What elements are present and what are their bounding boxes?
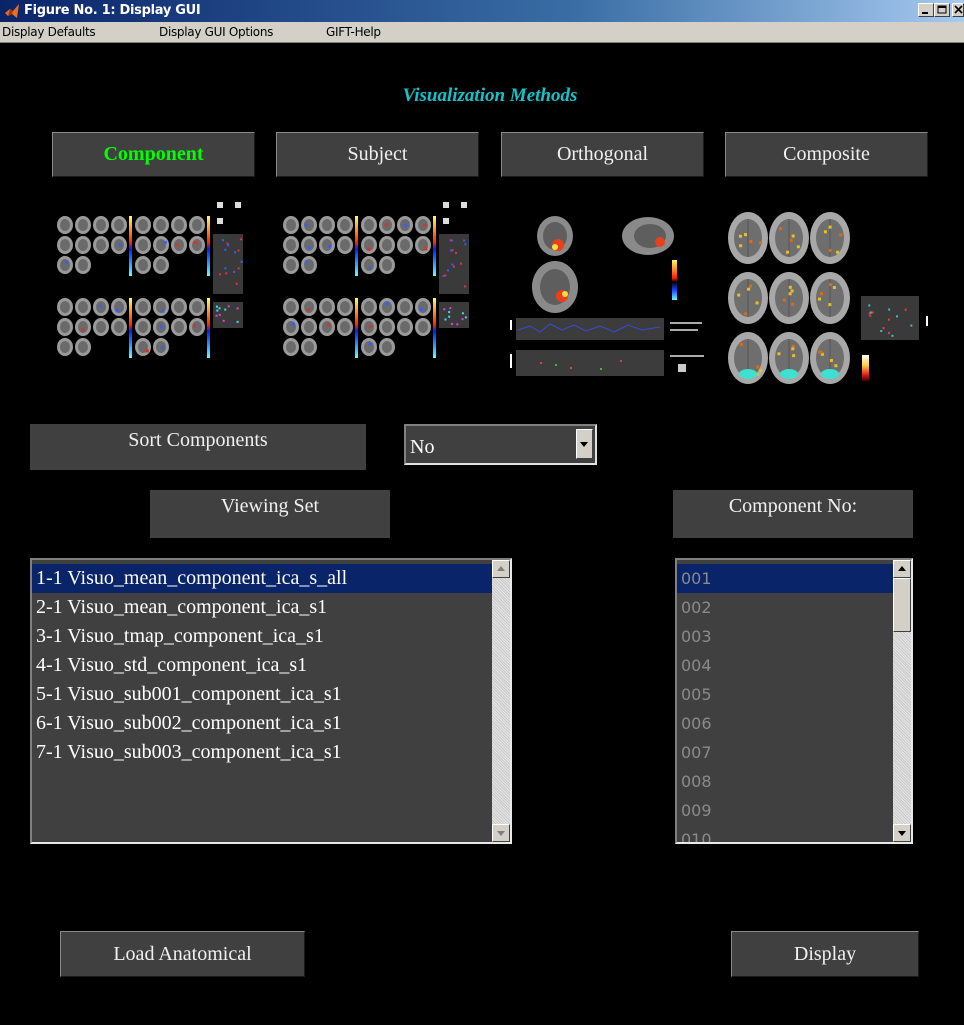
close-icon [954,5,963,14]
title-bar[interactable]: Figure No. 1: Display GUI [0,0,964,22]
maximize-icon [937,5,947,14]
dropdown-arrow-button[interactable] [576,429,593,459]
scroll-down-button[interactable] [893,824,911,842]
component-number-listbox[interactable]: 001 002 003 004 005 006 007 008 009 010 [675,558,913,844]
viewing_set-item[interactable]: 5-1 Visuo_sub001_component_ica_s1 [32,680,492,709]
scroll-down-button[interactable] [492,824,510,842]
close-button[interactable] [952,3,964,17]
component_no-item[interactable]: 007 [677,738,893,767]
viewing-set-label: Viewing Set [150,490,390,538]
viewing_set-item[interactable]: 2-1 Visuo_mean_component_ica_s1 [32,593,492,622]
viewing_set-item[interactable]: 1-1 Visuo_mean_component_ica_s_all [32,564,492,593]
menu-display-gui-options[interactable]: Display GUI Options [159,25,273,39]
component_no-item[interactable]: 010 [677,825,893,842]
component-number-items: 001 002 003 004 005 006 007 008 009 010 [677,564,893,842]
visualization-methods-heading: Visualization Methods [402,85,578,106]
load-anatomical-button[interactable]: Load Anatomical [60,931,305,977]
scroll-thumb[interactable] [893,578,911,632]
component-number-scrollbar[interactable] [893,560,911,842]
component_no-item[interactable]: 006 [677,709,893,738]
viewing_set-item[interactable]: 6-1 Visuo_sub002_component_ica_s1 [32,709,492,738]
maximize-button[interactable] [934,3,950,17]
component_no-item[interactable]: 001 [677,564,893,593]
component_no-item[interactable]: 002 [677,593,893,622]
arrow-down-icon [497,831,505,836]
viewing-set-listbox[interactable]: 1-1 Visuo_mean_component_ica_s_all 2-1 Vi… [30,558,512,844]
component_no-item[interactable]: 004 [677,651,893,680]
menu-display-defaults[interactable]: Display Defaults [2,25,96,39]
orthogonal-method-button[interactable]: Orthogonal [501,132,704,177]
component_no-item[interactable]: 003 [677,622,893,651]
component-no-label: Component No: [673,490,913,538]
composite-method-button[interactable]: Composite [725,132,928,177]
component_no-item[interactable]: 008 [677,767,893,796]
component_no-item[interactable]: 009 [677,796,893,825]
viewing_set-item[interactable]: 4-1 Visuo_std_component_ica_s1 [32,651,492,680]
component-method-button[interactable]: Component [52,132,255,177]
viewing-set-items: 1-1 Visuo_mean_component_ica_s_all 2-1 Vi… [32,564,492,767]
menu-gift-help[interactable]: GIFT-Help [326,25,381,39]
viewing-set-scrollbar[interactable] [492,560,510,842]
viewing_set-item[interactable]: 3-1 Visuo_tmap_component_ica_s1 [32,622,492,651]
scroll-up-button[interactable] [492,560,510,578]
display-button[interactable]: Display [731,931,919,977]
component_no-item[interactable]: 005 [677,680,893,709]
sort-components-dropdown[interactable]: No [404,424,597,465]
subject-preview-image[interactable] [281,198,481,378]
minimize-icon [922,12,928,14]
component-preview-image[interactable] [55,198,255,378]
orthogonal-preview-image[interactable] [510,212,705,384]
arrow-up-icon [898,566,906,571]
chevron-down-icon [580,442,588,447]
matlab-icon [5,4,19,18]
viewing_set-item[interactable]: 7-1 Visuo_sub003_component_ica_s1 [32,738,492,767]
sort-components-value: No [410,436,435,458]
minimize-button[interactable] [918,3,934,17]
sort-components-label: Sort Components [30,424,366,470]
menu-bar: Display Defaults Display GUI Options GIF… [0,22,964,43]
arrow-up-icon [497,566,505,571]
composite-preview-image[interactable] [728,210,938,388]
subject-method-button[interactable]: Subject [276,132,479,177]
scroll-up-button[interactable] [893,560,911,578]
window-title: Figure No. 1: Display GUI [24,3,201,18]
arrow-down-icon [898,831,906,836]
display-gui-window: Figure No. 1: Display GUI Display Defaul… [0,0,964,1025]
